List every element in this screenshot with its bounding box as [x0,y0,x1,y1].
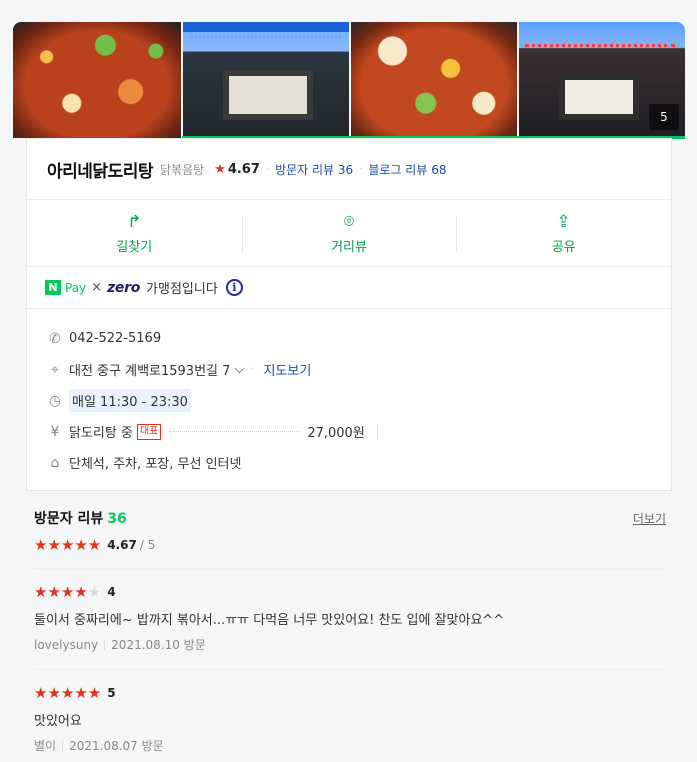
amenities-row: ⌂ 단체석, 주차, 포장, 무선 인터넷 [47,447,671,478]
address-row: ⌖ 대전 중구 계백로1593번길 7 ⌵ · 지도보기 [47,354,671,385]
review-stars: ★★★★★ [34,684,102,702]
chevron-down-icon[interactable]: ⌵ [234,362,244,377]
menu-price: 27,000원 [307,426,365,441]
visitor-reviews-link[interactable]: 방문자 리뷰 36 [275,161,353,178]
representative-badge: 대표 [136,423,162,440]
review-text: 둘이서 중짜리에~ 밥까지 볶아서...ㅠㅠ 다먹음 너무 맛있어요! 찬도 입… [34,613,505,628]
fork-knife-icon: ¥ [50,423,60,440]
pay-row: N Pay × zero 가맹점입니다 i [27,267,671,309]
place-card: 아리네닭도리탕 닭볶음탕 ★ 4.67 · 방문자 리뷰 36 · 블로그 리뷰 … [26,138,672,491]
visitor-reviews-section: 방문자 리뷰 36 더보기 ★★★★★ 4.67 / 5 ★★★★★ 4 둘이서 … [34,508,666,762]
review-author[interactable]: lovelysuny [34,638,98,652]
phone-number[interactable]: 042-522-5169 [69,331,161,346]
place-rating: ★ 4.67 [214,161,260,177]
photo-food-1[interactable] [13,22,181,138]
streetview-button[interactable]: ⌾ 거리뷰 [241,200,457,266]
review-stars: ★★★★★ [34,583,102,601]
photo-storefront-red[interactable]: 5 [519,22,685,138]
score-max: / 5 [139,538,156,552]
place-page: 5 아리네닭도리탕 닭볶음탕 ★ 4.67 · 방문자 리뷰 36 · 블로그 리… [0,0,697,762]
phone-icon: ✆ [49,330,61,347]
review-score: 4 [107,585,116,599]
overall-score: ★★★★★ 4.67 / 5 [34,536,664,554]
phone-row: ✆ 042-522-5169 [47,323,671,354]
review-date: 2021.08.07 방문 [69,739,164,753]
clock-icon: ◷ [48,392,62,409]
streetview-icon: ⌾ [343,211,355,232]
more-reviews-link[interactable]: 더보기 [633,510,666,527]
overall-stars: ★★★★★ [34,536,102,554]
place-category: 닭볶음탕 [159,162,205,177]
share-button[interactable]: ⇪ 공유 [456,200,671,266]
review-date: 2021.08.10 방문 [111,638,206,652]
menu-row: ¥ 닭도리탕 중 대표 27,000원 [47,416,671,447]
info-icon[interactable]: i [225,279,243,296]
place-name: 아리네닭도리탕 [47,161,153,182]
menu-name: 닭도리탕 중 [69,426,133,441]
blog-reviews-link[interactable]: 블로그 리뷰 68 [368,161,446,178]
photo-food-2[interactable] [351,22,517,138]
pay-label: 가맹점입니다 [146,282,218,297]
details-list: ✆ 042-522-5169 ⌖ 대전 중구 계백로1593번길 7 ⌵ · 지… [27,309,671,478]
npay-text: Pay [65,280,87,295]
npay-logo: N [45,280,61,295]
address-text: 대전 중구 계백로1593번길 7 [69,364,231,379]
star-icon: ★ [214,161,226,177]
title-row: 아리네닭도리탕 닭볶음탕 ★ 4.67 · 방문자 리뷰 36 · 블로그 리뷰 … [27,139,671,199]
review-author[interactable]: 별이 [34,737,56,754]
score-value: 4.67 [107,538,137,552]
review-item: ★★★★★ 5 맛있어요 별이 2021.08.07 방문 [34,670,664,762]
store-icon: ⌂ [50,454,60,471]
hours-row: ◷ 매일 11:30 - 23:30 [47,385,671,416]
photo-strip: 5 [13,22,685,138]
reviews-count: 36 [107,511,127,527]
location-pin-icon: ⌖ [51,361,59,378]
review-text: 맛있어요 [34,714,82,729]
hours-text[interactable]: 매일 11:30 - 23:30 [69,389,191,412]
photo-count-badge[interactable]: 5 [649,104,679,130]
map-link[interactable]: 지도보기 [263,360,311,379]
share-icon: ⇪ [556,211,571,232]
reviews-title: 방문자 리뷰 36 [34,511,127,527]
photo-storefront-blue[interactable] [183,22,349,138]
review-score: 5 [107,686,116,700]
directions-button[interactable]: ↱ 길찾기 [27,200,242,266]
zero-logo: zero [107,279,141,296]
action-bar: ↱ 길찾기 ⌾ 거리뷰 ⇪ 공유 [27,199,671,267]
amenities-text: 단체석, 주차, 포장, 무선 인터넷 [69,457,242,472]
review-item: ★★★★★ 4 둘이서 중짜리에~ 밥까지 볶아서...ㅠㅠ 다먹음 너무 맛있… [34,569,664,670]
directions-icon: ↱ [127,211,142,232]
